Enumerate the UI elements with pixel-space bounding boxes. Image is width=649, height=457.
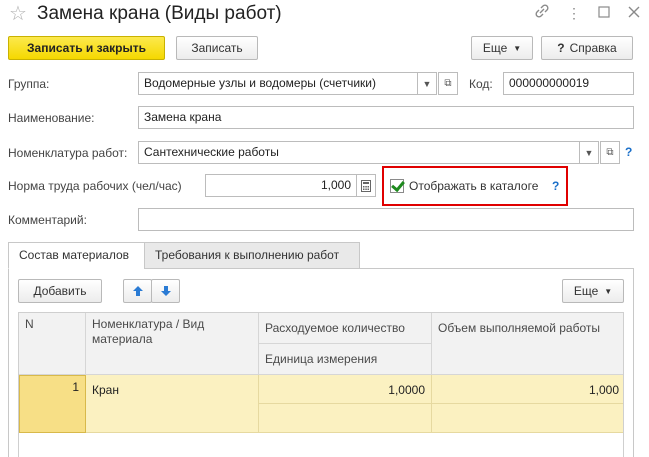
column-header-consumption[interactable]: Расходуемое количество xyxy=(259,313,432,344)
labor-norm-label: Норма труда рабочих (чел/час) xyxy=(8,179,182,193)
row-1-material[interactable]: Кран xyxy=(86,375,259,433)
nomenclature-field[interactable]: Сантехнические работы xyxy=(138,141,580,164)
name-label: Наименование: xyxy=(8,111,95,125)
row-1-consumption[interactable]: 1,0000 xyxy=(259,375,432,404)
column-header-work-volume[interactable]: Объем выполняемой работы xyxy=(432,313,623,375)
show-in-catalog-checkbox[interactable] xyxy=(390,179,404,193)
group-field[interactable]: Водомерные узлы и водомеры (счетчики) xyxy=(138,72,418,95)
question-icon: ? xyxy=(557,41,565,55)
nomenclature-label: Номенклатура работ: xyxy=(8,146,128,160)
comment-field[interactable] xyxy=(138,208,634,231)
dropdown-icon: ▼ xyxy=(513,43,522,53)
move-down-button[interactable] xyxy=(151,279,180,303)
row-1-work-volume[interactable]: 1,000 xyxy=(432,375,623,404)
code-label: Код: xyxy=(469,77,493,91)
maximize-icon[interactable] xyxy=(594,4,614,22)
more-actions-icon[interactable]: ⋮ xyxy=(564,4,584,22)
calculator-button[interactable] xyxy=(356,174,376,197)
tab-materials[interactable]: Состав материалов xyxy=(8,242,145,269)
table-more-label: Еще xyxy=(573,284,599,298)
dropdown-icon: ▼ xyxy=(604,286,613,296)
group-label: Группа: xyxy=(8,77,50,91)
comment-label: Комментарий: xyxy=(8,213,87,227)
move-up-button[interactable] xyxy=(123,279,152,303)
column-header-unit[interactable]: Единица измерения xyxy=(259,344,432,375)
more-button[interactable]: Еще ▼ xyxy=(471,36,533,60)
nomenclature-dropdown-button[interactable]: ▼ xyxy=(579,141,599,164)
materials-table: N Номенклатура / Вид материала Расходуем… xyxy=(18,312,624,457)
help-button[interactable]: ? Справка xyxy=(541,36,633,60)
tab-requirements[interactable]: Требования к выполнению работ xyxy=(144,242,360,269)
name-field[interactable]: Замена крана xyxy=(138,106,634,129)
chevron-down-icon: ▼ xyxy=(422,78,432,89)
show-in-catalog-label[interactable]: Отображать в каталоге xyxy=(409,179,538,193)
favorite-star-icon[interactable]: ☆ xyxy=(9,4,27,24)
help-label: Справка xyxy=(569,41,617,55)
add-button[interactable]: Добавить xyxy=(18,279,102,303)
code-field[interactable]: 000000000019 xyxy=(503,72,634,95)
window-title: Замена крана (Виды работ) xyxy=(37,3,282,24)
save-and-close-button[interactable]: Записать и закрыть xyxy=(8,36,165,60)
column-header-material[interactable]: Номенклатура / Вид материала xyxy=(86,313,259,375)
calculator-icon xyxy=(361,179,371,192)
arrow-up-icon xyxy=(132,286,143,296)
link-icon[interactable] xyxy=(532,4,552,22)
group-open-button[interactable]: ⧉ xyxy=(438,72,458,95)
column-header-n[interactable]: N xyxy=(19,313,86,375)
close-icon[interactable] xyxy=(624,4,644,22)
more-label: Еще xyxy=(482,41,508,55)
row-1-n[interactable]: 1 xyxy=(19,375,86,433)
table-more-button[interactable]: Еще ▼ xyxy=(562,279,624,303)
row-1-empty-cell[interactable] xyxy=(432,404,623,433)
nomenclature-open-button[interactable]: ⧉ xyxy=(600,141,620,164)
open-icon: ⧉ xyxy=(444,78,452,89)
save-button[interactable]: Записать xyxy=(176,36,258,60)
open-icon: ⧉ xyxy=(606,147,614,158)
chevron-down-icon: ▼ xyxy=(584,147,594,158)
show-in-catalog-help-icon[interactable]: ? xyxy=(552,179,559,193)
arrow-down-icon xyxy=(160,286,171,296)
group-dropdown-button[interactable]: ▼ xyxy=(417,72,437,95)
row-1-unit[interactable] xyxy=(259,404,432,433)
labor-norm-field[interactable]: 1,000 xyxy=(205,174,357,197)
nomenclature-help-icon[interactable]: ? xyxy=(625,145,632,159)
